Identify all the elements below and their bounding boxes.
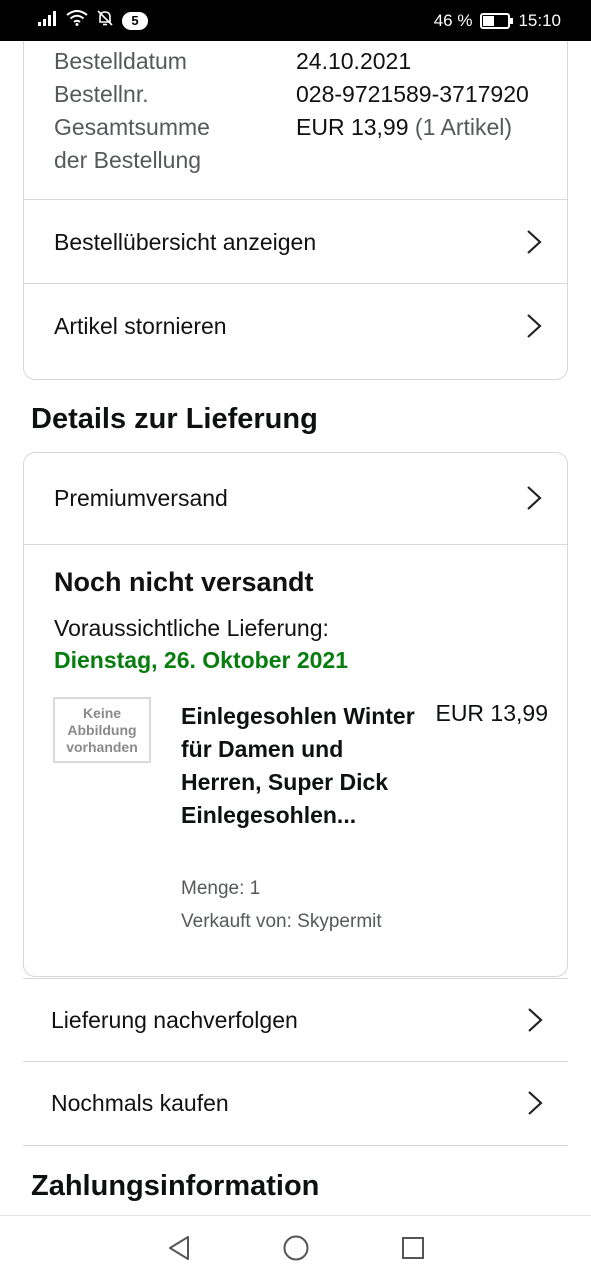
battery-percent: 46 %	[433, 10, 473, 30]
track-package-label: Lieferung nachverfolgen	[51, 1006, 298, 1033]
order-details-page[interactable]: Bestelldatum 24.10.2021 Bestellnr. 028-9…	[0, 41, 591, 1215]
back-icon[interactable]	[159, 1228, 199, 1268]
cancel-items-link[interactable]: Artikel stornieren	[24, 284, 567, 368]
signal-icon	[38, 10, 58, 31]
chevron-right-icon	[525, 313, 543, 339]
product-title-link[interactable]: Einlegesohlen Winter für Damen und Herre…	[181, 700, 417, 832]
delivery-card: Premiumversand Noch nicht versandt Vorau…	[23, 452, 568, 977]
no-image-text-line3: vorhanden	[66, 738, 138, 755]
mute-bell-icon	[96, 9, 114, 32]
recent-apps-icon[interactable]	[393, 1228, 433, 1268]
chevron-right-icon	[525, 229, 543, 255]
order-total-value: EUR 13,99	[296, 114, 409, 140]
estimated-delivery-label: Voraussichtliche Lieferung:	[54, 615, 329, 641]
divider	[24, 544, 567, 545]
order-summary-card: Bestelldatum 24.10.2021 Bestellnr. 028-9…	[23, 41, 568, 380]
battery-icon	[480, 12, 514, 29]
payment-section-title: Zahlungsinformation	[31, 1170, 320, 1202]
buy-again-label: Nochmals kaufen	[51, 1089, 229, 1116]
chevron-right-icon	[526, 1090, 544, 1116]
shipping-method-link[interactable]: Premiumversand	[24, 456, 567, 540]
notification-badge: 5	[122, 11, 148, 30]
chevron-right-icon	[525, 485, 543, 511]
home-icon[interactable]	[276, 1228, 316, 1268]
shipping-method-label: Premiumversand	[54, 484, 228, 511]
view-order-summary-label: Bestellübersicht anzeigen	[54, 228, 317, 255]
divider	[23, 1145, 568, 1146]
status-bar: 5 46 % 15:10	[0, 0, 591, 41]
order-date-row: Bestelldatum 24.10.2021	[54, 45, 411, 78]
battery-level-fill	[483, 15, 495, 26]
status-bar-left: 5	[38, 9, 148, 32]
status-bar-right: 46 % 15:10	[434, 11, 561, 31]
wifi-icon	[66, 10, 88, 31]
order-total-label-line2: der Bestellung	[54, 147, 202, 173]
order-item-count: (1 Artikel)	[414, 114, 513, 140]
order-date-value: 24.10.2021	[296, 48, 412, 74]
product-quantity: Menge: 1	[181, 878, 261, 899]
no-image-text-line1: Keine	[82, 704, 122, 721]
order-total-row: Gesamtsumme EUR 13,99 (1 Artikel)	[54, 111, 512, 144]
chevron-right-icon	[526, 1007, 544, 1033]
buy-again-link[interactable]: Nochmals kaufen	[23, 1062, 568, 1144]
no-image-text-line2: Abbildung	[67, 721, 137, 738]
estimated-delivery-date: Dienstag, 26. Oktober 2021	[54, 647, 349, 673]
product-seller: Verkauft von: Skypermit	[181, 911, 382, 932]
view-order-summary-link[interactable]: Bestellübersicht anzeigen	[24, 200, 567, 284]
order-number-label: Bestellnr.	[54, 81, 149, 107]
order-date-label: Bestelldatum	[54, 48, 187, 74]
order-total-value-group: EUR 13,99 (1 Artikel)	[296, 111, 512, 144]
clock: 15:10	[518, 10, 561, 30]
shipment-status: Noch nicht versandt	[54, 567, 314, 597]
order-total-label-line2-row: der Bestellung	[54, 144, 201, 177]
cancel-items-label: Artikel stornieren	[54, 312, 227, 339]
order-number-value: 028-9721589-3717920	[296, 81, 529, 107]
product-image-placeholder[interactable]: Keine Abbildung vorhanden	[53, 697, 151, 763]
delivery-section-title: Details zur Lieferung	[31, 403, 318, 435]
track-package-link[interactable]: Lieferung nachverfolgen	[23, 979, 568, 1061]
order-total-label-line1: Gesamtsumme	[54, 114, 210, 140]
product-price: EUR 13,99	[435, 700, 548, 726]
order-number-row: Bestellnr. 028-9721589-3717920	[54, 78, 529, 111]
system-navigation-bar	[0, 1215, 591, 1280]
